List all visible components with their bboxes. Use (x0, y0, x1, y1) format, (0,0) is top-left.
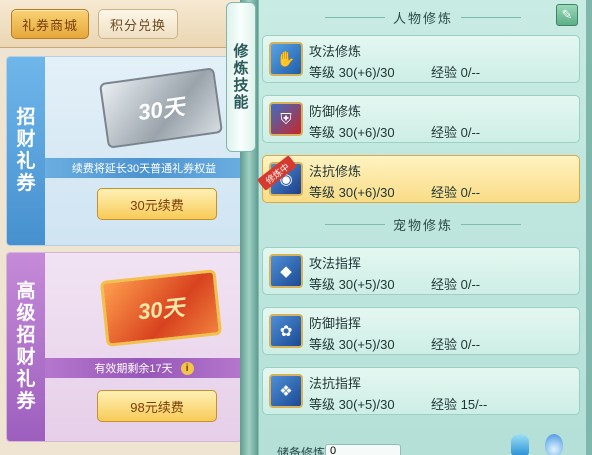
skill-exp: 经验 0/-- (431, 185, 481, 200)
vlabel-char: 券 (16, 391, 36, 412)
potion-flask-icon[interactable] (511, 434, 529, 455)
voucher-card-premium: 高 级 招 财 礼 券 30天 有效期剩余17天 i 98元续费 (6, 252, 242, 442)
vlabel-char: 级 (16, 303, 36, 324)
blue-flame-icon[interactable] (545, 434, 563, 455)
scroll-char: 技 (233, 77, 249, 94)
vlabel-char: 财 (16, 129, 36, 150)
skill-exp: 经验 0/-- (431, 277, 481, 292)
scroll-char: 能 (233, 94, 249, 111)
window-edge (586, 0, 592, 455)
skill-row-attack[interactable]: ✋ 攻法修炼 等级 30(+6)/30 经验 0/-- (262, 35, 580, 83)
tab-bar: 礼券商城 积分兑换 (0, 0, 248, 48)
skill-row-defense[interactable]: ⛨ 防御修炼 等级 30(+6)/30 经验 0/-- (262, 95, 580, 143)
skill-level: 等级 30(+5)/30 (309, 277, 395, 292)
vlabel-char: 礼 (16, 369, 36, 390)
skill-level: 等级 30(+6)/30 (309, 65, 395, 80)
skill-exp: 经验 0/-- (431, 65, 481, 80)
voucher-card-standard: 招 财 礼 券 30天 续费将延长30天普通礼券权益 30元续费 (6, 56, 242, 246)
voucher-caption: 续费将延长30天普通礼券权益 (45, 158, 241, 178)
section-title-pet: 宠物修炼 (259, 212, 587, 236)
skill-level: 等级 30(+5)/30 (309, 337, 395, 352)
pet-attack-icon: ◆ (269, 254, 303, 288)
renew-98-button[interactable]: 98元续费 (97, 390, 217, 422)
section-title-character: 人物修炼 (259, 5, 587, 29)
skill-level: 等级 30(+6)/30 (309, 125, 395, 140)
validity-text: 有效期剩余17天 (94, 363, 173, 375)
skill-scroll-label: 修 炼 技 能 (226, 2, 256, 152)
skill-exp: 经验 15/-- (431, 397, 488, 412)
skill-row-pet-attack[interactable]: ◆ 攻法指挥 等级 30(+5)/30 经验 0/-- (262, 247, 580, 295)
pet-resist-icon: ❖ (269, 374, 303, 408)
defense-shield-icon: ⛨ (269, 102, 303, 136)
silver-voucher-image: 30天 (98, 67, 224, 149)
attack-magic-icon: ✋ (269, 42, 303, 76)
voucher-type-label: 招 财 礼 券 (7, 57, 45, 245)
skill-level: 等级 30(+6)/30 (309, 185, 395, 200)
skill-name: 防御修炼 (309, 104, 362, 119)
vlabel-char: 礼 (16, 151, 36, 172)
vlabel-char: 招 (16, 107, 36, 128)
tab-points-exchange[interactable]: 积分兑换 (98, 9, 178, 39)
skill-name: 法抗指挥 (309, 376, 362, 391)
scroll-char: 炼 (233, 60, 249, 77)
tab-voucher-shop[interactable]: 礼券商城 (11, 9, 89, 39)
skill-row-magic-resist[interactable]: ◉ 修炼中 法抗修炼 等级 30(+6)/30 经验 0/-- (256, 155, 580, 203)
skill-name: 法抗修炼 (309, 164, 362, 179)
skill-name: 攻法修炼 (309, 44, 362, 59)
skill-name: 防御指挥 (309, 316, 362, 331)
edit-icon[interactable]: ✎ (556, 4, 578, 26)
skill-level: 等级 30(+5)/30 (309, 397, 395, 412)
gold-voucher-image: 30天 (99, 269, 223, 347)
vlabel-char: 券 (16, 173, 36, 194)
renew-30-button[interactable]: 30元续费 (97, 188, 217, 220)
skill-row-pet-defense[interactable]: ✿ 防御指挥 等级 30(+5)/30 经验 0/-- (262, 307, 580, 355)
skill-row-pet-resist[interactable]: ❖ 法抗指挥 等级 30(+5)/30 经验 15/-- (262, 367, 580, 415)
voucher-caption: 有效期剩余17天 i (45, 358, 241, 378)
vlabel-char: 高 (16, 281, 36, 302)
training-panel: 人物修炼 ✎ ✋ 攻法修炼 等级 30(+6)/30 经验 0/-- ⛨ 防御修… (256, 0, 587, 455)
pet-defense-icon: ✿ (269, 314, 303, 348)
info-icon[interactable]: i (180, 361, 194, 375)
skill-exp: 经验 0/-- (431, 337, 481, 352)
reserve-training-field[interactable]: 0 (325, 444, 401, 455)
reserve-training-label: 储备修炼 (277, 446, 326, 455)
scroll-char: 修 (233, 43, 249, 60)
skill-name: 攻法指挥 (309, 256, 362, 271)
vlabel-char: 招 (16, 325, 36, 346)
skill-exp: 经验 0/-- (431, 125, 481, 140)
vlabel-char: 财 (16, 347, 36, 368)
voucher-type-label: 高 级 招 财 礼 券 (7, 253, 45, 441)
